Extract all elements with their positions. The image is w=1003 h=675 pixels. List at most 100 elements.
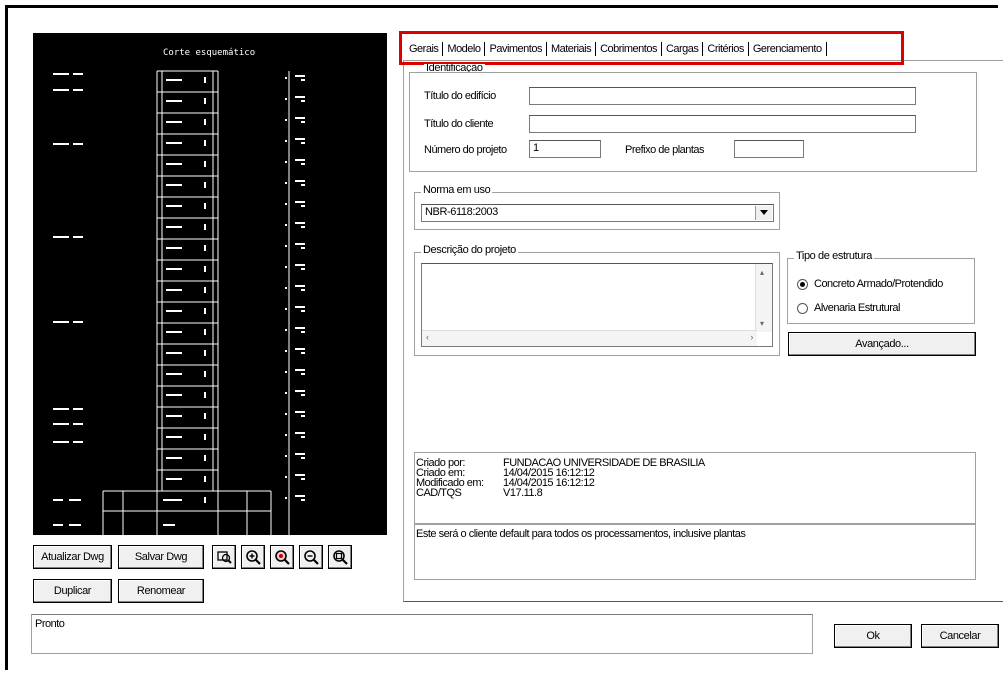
drawing-mark bbox=[204, 140, 206, 146]
avancado-button[interactable]: Avançado... bbox=[788, 332, 976, 356]
drawing-mark bbox=[53, 236, 69, 238]
drawing-mark bbox=[301, 226, 305, 228]
drawing-mark bbox=[53, 408, 69, 410]
drawing-mark bbox=[295, 327, 305, 329]
drawing-mark bbox=[295, 222, 305, 224]
salvar-dwg-button[interactable]: Salvar Dwg bbox=[118, 545, 204, 569]
scroll-right-icon[interactable]: › bbox=[750, 332, 753, 342]
drawing-mark bbox=[301, 289, 305, 291]
drawing-mark bbox=[204, 203, 206, 209]
drawing-mark bbox=[166, 247, 182, 249]
drawing-mark bbox=[204, 392, 206, 398]
drawing-mark bbox=[295, 474, 305, 476]
drawing-mark bbox=[295, 75, 305, 77]
drawing-mark bbox=[285, 287, 287, 289]
zoom-window-button[interactable] bbox=[212, 545, 236, 569]
drawing-mark bbox=[166, 100, 182, 102]
drawing-mark bbox=[53, 441, 69, 443]
scroll-left-icon[interactable]: ‹ bbox=[426, 332, 429, 342]
drawing-mark bbox=[53, 524, 63, 526]
radio-alvenaria[interactable]: Alvenaria Estrutural bbox=[797, 302, 901, 314]
zoom-all-button[interactable] bbox=[328, 545, 352, 569]
drawing-mark bbox=[163, 499, 175, 501]
descricao-textarea[interactable]: ▴ ▾ ‹ › bbox=[421, 263, 773, 347]
status-text: Pronto bbox=[35, 618, 65, 630]
drawing-mark bbox=[53, 143, 69, 145]
radio-selected-icon[interactable] bbox=[797, 278, 808, 290]
identificacao-group-label: Identificação bbox=[424, 64, 485, 72]
drawing-mark bbox=[301, 184, 305, 186]
scroll-down-icon[interactable]: ▾ bbox=[760, 319, 764, 328]
drawing-mark bbox=[204, 455, 206, 461]
drawing-mark bbox=[204, 224, 206, 230]
drawing-mark bbox=[295, 348, 305, 350]
scroll-up-icon[interactable]: ▴ bbox=[760, 268, 764, 277]
tipo-estrutura-group-label: Tipo de estrutura bbox=[794, 250, 874, 262]
drawing-mark bbox=[285, 119, 287, 121]
radio-concreto[interactable]: Concreto Armado/Protendido bbox=[797, 278, 943, 290]
drawing-mark bbox=[166, 184, 182, 186]
drawing-mark bbox=[204, 497, 206, 503]
drawing-mark bbox=[166, 121, 182, 123]
zoom-in-button[interactable] bbox=[241, 545, 265, 569]
drawing-mark bbox=[301, 79, 305, 81]
radio-unselected-icon[interactable] bbox=[797, 302, 808, 314]
drawing-mark bbox=[166, 163, 182, 165]
titulo-cliente-input[interactable] bbox=[529, 115, 916, 133]
cancelar-button[interactable]: Cancelar bbox=[921, 624, 999, 648]
drawing-mark bbox=[301, 100, 305, 102]
drawing-mark bbox=[73, 423, 83, 425]
schematic-drawing: Corte esquemático bbox=[53, 48, 305, 562]
renomear-button[interactable]: Renomear bbox=[118, 579, 204, 603]
drawing-mark bbox=[285, 161, 287, 163]
zoom-extent-button[interactable] bbox=[270, 545, 294, 569]
duplicar-button[interactable]: Duplicar bbox=[33, 579, 112, 603]
norma-select[interactable]: NBR-6118:2003 bbox=[421, 204, 774, 222]
numero-projeto-input[interactable]: 1 bbox=[529, 140, 601, 158]
drawing-mark bbox=[301, 142, 305, 144]
drawing-mark bbox=[295, 390, 305, 392]
drawing-mark bbox=[295, 96, 305, 98]
drawing-mark bbox=[73, 89, 83, 91]
drawing-mark bbox=[301, 205, 305, 207]
zoom-out-button[interactable] bbox=[299, 545, 323, 569]
titulo-edificio-label: Título do edifício bbox=[424, 90, 496, 102]
drawing-mark bbox=[166, 457, 182, 459]
cad-tqs-value: V17.11.8 bbox=[503, 487, 543, 499]
drawing-mark bbox=[295, 453, 305, 455]
drawing-mark bbox=[285, 350, 287, 352]
drawing-mark bbox=[295, 369, 305, 371]
drawing-mark bbox=[285, 203, 287, 205]
drawing-mark bbox=[295, 264, 305, 266]
drawing-mark bbox=[285, 98, 287, 100]
drawing-mark bbox=[73, 408, 83, 410]
drawing-mark bbox=[53, 423, 69, 425]
drawing-mark bbox=[204, 308, 206, 314]
drawing-mark bbox=[204, 371, 206, 377]
vertical-scrollbar[interactable]: ▴ ▾ bbox=[755, 264, 772, 332]
drawing-mark bbox=[301, 457, 305, 459]
drawing-mark bbox=[285, 497, 287, 499]
drawing-mark bbox=[204, 161, 206, 167]
prefixo-plantas-input[interactable] bbox=[734, 140, 804, 158]
drawing-mark bbox=[301, 478, 305, 480]
ok-button[interactable]: Ok bbox=[834, 624, 912, 648]
drawing-mark bbox=[285, 476, 287, 478]
drawing-mark bbox=[73, 321, 83, 323]
radio-alvenaria-label: Alvenaria Estrutural bbox=[814, 302, 901, 314]
titulo-edificio-input[interactable] bbox=[529, 87, 916, 105]
drawing-mark bbox=[166, 226, 182, 228]
drawing-mark bbox=[166, 289, 182, 291]
tipo-estrutura-group bbox=[787, 258, 975, 324]
drawing-mark bbox=[204, 476, 206, 482]
zoom-extent-icon bbox=[275, 550, 290, 565]
atualizar-dwg-button[interactable]: Atualizar Dwg bbox=[33, 545, 112, 569]
drawing-mark bbox=[69, 524, 81, 526]
drawing-mark bbox=[73, 236, 83, 238]
drawing-mark bbox=[301, 436, 305, 438]
horizontal-scrollbar[interactable]: ‹ › bbox=[422, 330, 757, 346]
chevron-down-icon[interactable] bbox=[755, 206, 772, 220]
drawing-mark bbox=[53, 499, 63, 501]
drawing-mark bbox=[166, 310, 182, 312]
drawing-mark bbox=[166, 478, 182, 480]
